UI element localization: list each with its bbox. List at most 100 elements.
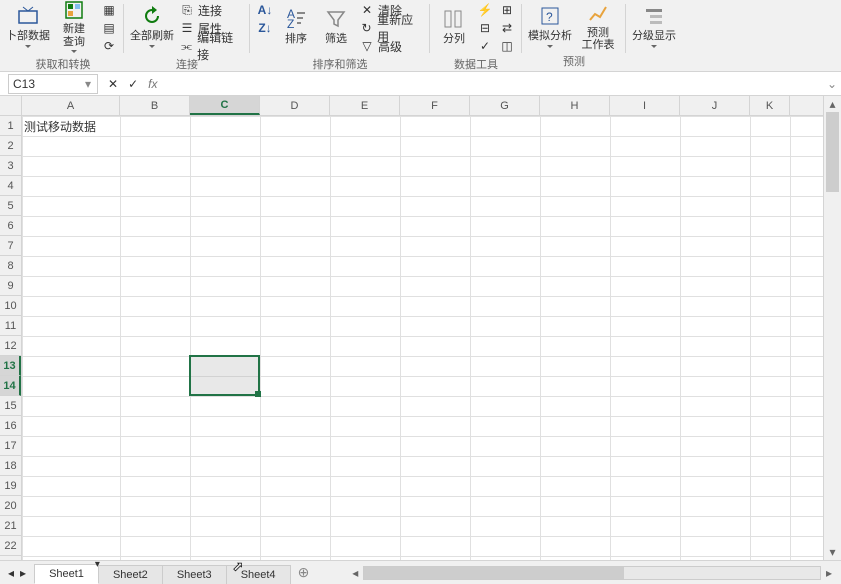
scroll-down-button[interactable]: ▾	[824, 544, 841, 560]
select-all-corner[interactable]	[0, 96, 21, 116]
row-header-17[interactable]: 17	[0, 436, 21, 456]
manage-model-button[interactable]: ◫	[500, 38, 514, 54]
row-header-16[interactable]: 16	[0, 416, 21, 436]
row-header-5[interactable]: 5	[0, 196, 21, 216]
row-header-6[interactable]: 6	[0, 216, 21, 236]
recent-icon: ⟳	[102, 39, 116, 53]
sheet-tab-sheet1[interactable]: Sheet1▾	[34, 564, 99, 584]
consolidate-button[interactable]: ⊞	[500, 2, 514, 18]
cells-area[interactable]: 测试移动数据	[22, 116, 823, 560]
external-data-button[interactable]: 卜部数据	[6, 0, 50, 52]
column-header-D[interactable]: D	[260, 96, 330, 115]
column-header-F[interactable]: F	[400, 96, 470, 115]
cell-A1[interactable]: 测试移动数据	[24, 118, 96, 135]
flash-fill-button[interactable]: ⚡	[478, 2, 492, 18]
row-header-21[interactable]: 21	[0, 516, 21, 536]
name-box[interactable]: C13 ▾	[8, 74, 98, 94]
hscroll-thumb[interactable]	[364, 567, 624, 579]
row-header-7[interactable]: 7	[0, 236, 21, 256]
vscroll-thumb[interactable]	[826, 112, 839, 192]
column-header-H[interactable]: H	[540, 96, 610, 115]
outline-button[interactable]: 分级显示	[630, 0, 678, 52]
sort-desc-button[interactable]: Z↓	[258, 20, 272, 36]
row-header-18[interactable]: 18	[0, 456, 21, 476]
vertical-scrollbar[interactable]: ▴ ▾	[823, 96, 841, 560]
chain-icon: ⫘	[180, 39, 193, 53]
horizontal-scrollbar[interactable]: ◂ ▸	[347, 566, 837, 580]
expand-formula-bar-button[interactable]: ⌄	[823, 77, 841, 91]
column-header-C[interactable]: C	[190, 96, 260, 115]
hscroll-track[interactable]	[363, 566, 821, 580]
recent-sources-button[interactable]: ⟳	[102, 38, 116, 54]
outline-label: 分级显示	[632, 30, 676, 42]
new-query-button[interactable]: 新建 查询	[50, 0, 98, 52]
reapply-button[interactable]: ↻重新应用	[360, 20, 422, 36]
data-validation-button[interactable]: ✓	[478, 38, 492, 54]
row-header-22[interactable]: 22	[0, 536, 21, 556]
tab-nav: ◂ ▸	[0, 566, 34, 580]
outline-icon	[642, 4, 666, 28]
row-header-8[interactable]: 8	[0, 256, 21, 276]
whatif-button[interactable]: ? 模拟分析	[526, 0, 574, 52]
row-header-9[interactable]: 9	[0, 276, 21, 296]
edit-links-button[interactable]: ⫘编辑链接	[180, 38, 242, 54]
sort-button[interactable]: AZ 排序	[276, 0, 316, 52]
tab-first-button[interactable]: ◂	[6, 566, 16, 580]
row-header-11[interactable]: 11	[0, 316, 21, 336]
from-table-button[interactable]: ▤	[102, 20, 116, 36]
column-header-B[interactable]: B	[120, 96, 190, 115]
sheet-tab-sheet4[interactable]: Sheet4	[226, 565, 291, 584]
forecast-label: 预测 工作表	[582, 27, 615, 51]
sheet-tab-sheet3[interactable]: Sheet3	[162, 565, 227, 584]
chevron-down-icon[interactable]: ▾	[83, 77, 93, 91]
sort-label: 排序	[285, 33, 307, 45]
refresh-all-button[interactable]: 全部刷新	[128, 0, 176, 52]
fill-handle[interactable]	[255, 391, 261, 397]
row-header-2[interactable]: 2	[0, 136, 21, 156]
tab-last-button[interactable]: ▸	[18, 566, 28, 580]
row-header-12[interactable]: 12	[0, 336, 21, 356]
whatif-icon: ?	[538, 4, 562, 28]
show-queries-button[interactable]: ▦	[102, 2, 116, 18]
row-header-3[interactable]: 3	[0, 156, 21, 176]
sort-asc-button[interactable]: A↓	[258, 2, 272, 18]
text-to-columns-button[interactable]: 分列	[434, 0, 474, 52]
column-header-G[interactable]: G	[470, 96, 540, 115]
row-headers: 12345678910111213141516171819202122	[0, 96, 22, 560]
row-header-1[interactable]: 1	[0, 116, 21, 136]
formula-input[interactable]	[171, 74, 823, 94]
vscroll-track[interactable]	[824, 112, 841, 544]
column-header-K[interactable]: K	[750, 96, 790, 115]
sheet-tab-sheet2[interactable]: Sheet2	[98, 565, 163, 584]
row-header-14[interactable]: 14	[0, 376, 21, 396]
model-icon: ◫	[500, 39, 514, 53]
scroll-left-button[interactable]: ◂	[347, 566, 363, 580]
text-to-columns-icon	[442, 7, 466, 31]
relationships-button[interactable]: ⇄	[500, 20, 514, 36]
row-header-19[interactable]: 19	[0, 476, 21, 496]
row-header-10[interactable]: 10	[0, 296, 21, 316]
enter-formula-button[interactable]: ✓	[128, 77, 138, 91]
advanced-filter-button[interactable]: ▽高级	[360, 38, 422, 54]
filter-button[interactable]: 筛选	[316, 0, 356, 52]
svg-text:Z: Z	[287, 17, 294, 30]
ribbon-group-forecast: ? 模拟分析 预测 工作表 预测	[522, 0, 626, 71]
new-sheet-button[interactable]: ⊕	[290, 564, 318, 581]
row-header-13[interactable]: 13	[0, 356, 21, 376]
scroll-right-button[interactable]: ▸	[821, 566, 837, 580]
fx-icon[interactable]: fx	[148, 77, 157, 91]
new-query-icon	[62, 0, 86, 21]
forecast-sheet-button[interactable]: 预测 工作表	[574, 0, 622, 52]
column-header-J[interactable]: J	[680, 96, 750, 115]
row-header-15[interactable]: 15	[0, 396, 21, 416]
column-header-A[interactable]: A	[22, 96, 120, 115]
remove-dupes-button[interactable]: ⊟	[478, 20, 492, 36]
row-header-20[interactable]: 20	[0, 496, 21, 516]
row-header-4[interactable]: 4	[0, 176, 21, 196]
column-header-E[interactable]: E	[330, 96, 400, 115]
ribbon-group-datatools: 分列 ⚡ ⊟ ✓ ⊞ ⇄ ◫ 数据工具	[430, 0, 522, 71]
column-header-I[interactable]: I	[610, 96, 680, 115]
cancel-formula-button[interactable]: ✕	[108, 77, 118, 91]
connections-button[interactable]: ⎘连接	[180, 2, 242, 18]
scroll-up-button[interactable]: ▴	[824, 96, 841, 112]
